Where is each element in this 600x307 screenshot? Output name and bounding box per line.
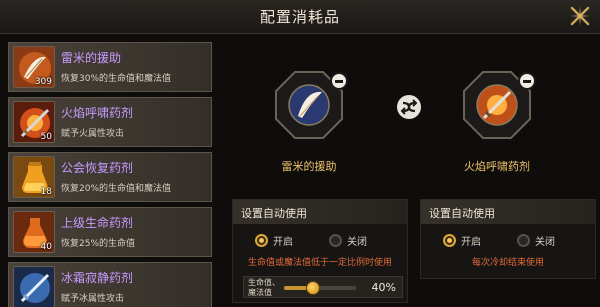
auto-use-note: 生命值或魔法值低于一定比例时使用: [247, 258, 392, 268]
swap-button[interactable]: [397, 95, 421, 119]
list-item-flame-potion[interactable]: 50 火焰呼啸药剂 赋予火属性攻击: [8, 97, 212, 147]
item-desc: 赋予冰属性攻击: [61, 294, 125, 304]
header-bar: 配置消耗品: [0, 0, 600, 34]
auto-on-radio[interactable]: 开启: [443, 233, 481, 248]
slot-1-label: 雷米的援助: [281, 160, 337, 173]
auto-use-toggle: 开启 关闭: [233, 233, 407, 251]
list-item-superior-life-potion[interactable]: 40 上级生命药剂 恢复25%的生命值: [8, 207, 212, 257]
slot-1[interactable]: [274, 70, 348, 140]
slot-2-label: 火焰呼啸药剂: [464, 160, 530, 173]
item-name: 上级生命药剂: [61, 216, 134, 230]
threshold-slider[interactable]: [284, 281, 356, 295]
item-count: 50: [40, 132, 52, 142]
remove-slot-2-button[interactable]: [518, 72, 536, 90]
slider-label: 生命值、 魔法值: [248, 278, 280, 297]
auto-off-radio[interactable]: 关闭: [517, 233, 555, 248]
item-count: 40: [40, 242, 52, 252]
feather-scroll-icon: 309: [13, 46, 55, 88]
auto-on-label: 开启: [273, 237, 293, 248]
page-title: 配置消耗品: [259, 8, 340, 26]
slider-value: 40%: [371, 281, 396, 294]
life-potion-icon: 40: [13, 211, 55, 253]
auto-use-note: 每次冷却结束使用: [471, 258, 544, 268]
close-icon[interactable]: [568, 4, 592, 28]
item-desc: 恢复25%的生命值: [61, 239, 136, 249]
auto-use-title: 设置自动使用: [421, 200, 595, 224]
item-count: 18: [40, 187, 52, 197]
radio-dot-icon: [329, 234, 342, 247]
auto-on-radio[interactable]: 开启: [255, 233, 293, 248]
list-item-guild-potion[interactable]: 18 公会恢复药剂 恢复20%的生命值和魔法值: [8, 152, 212, 202]
auto-use-title: 设置自动使用: [233, 200, 407, 224]
remove-slot-1-button[interactable]: [330, 72, 348, 90]
consumable-list: 309 雷米的援助 恢复30%的生命值和魔法值 50 火焰呼啸药剂 赋予火属性攻…: [8, 42, 212, 307]
auto-use-panel-right: 设置自动使用 开启 关闭 每次冷却结束使用: [420, 199, 596, 279]
auto-use-panel-left: 设置自动使用 开启 关闭 生命值或魔法值低于一定比例时使用 生命值、 魔法值 40…: [232, 199, 408, 303]
item-count: 309: [34, 77, 52, 87]
item-desc: 恢复20%的生命值和魔法值: [61, 184, 172, 194]
item-name: 冰霜寂静药剂: [61, 271, 134, 285]
item-name: 火焰呼啸药剂: [61, 106, 134, 120]
fire-sword-icon: 50: [13, 101, 55, 143]
swap-icon: [400, 99, 418, 115]
ice-sword-icon: [13, 266, 55, 307]
threshold-slider-row: 生命值、 魔法值 40%: [243, 276, 403, 298]
item-desc: 恢复30%的生命值和魔法值: [61, 74, 172, 84]
auto-off-radio[interactable]: 关闭: [329, 233, 367, 248]
guild-potion-icon: 18: [13, 156, 55, 198]
radio-dot-icon: [443, 234, 456, 247]
radio-dot-icon: [517, 234, 530, 247]
item-name: 公会恢复药剂: [61, 161, 134, 175]
auto-off-label: 关闭: [347, 237, 367, 248]
list-item-frost-potion[interactable]: 冰霜寂静药剂 赋予冰属性攻击: [8, 262, 212, 307]
list-item-remy-aid[interactable]: 309 雷米的援助 恢复30%的生命值和魔法值: [8, 42, 212, 92]
auto-use-toggle: 开启 关闭: [421, 233, 595, 251]
slider-knob[interactable]: [305, 281, 320, 295]
item-desc: 赋予火属性攻击: [61, 129, 125, 139]
radio-dot-icon: [255, 234, 268, 247]
auto-on-label: 开启: [461, 237, 481, 248]
slot-2[interactable]: [462, 70, 536, 140]
item-name: 雷米的援助: [61, 51, 122, 65]
equip-panel: 雷米的援助 火焰呼啸药剂 设置自动使用 开启 关闭 生命值或魔法值低于一定比例时…: [222, 42, 600, 307]
auto-off-label: 关闭: [535, 237, 555, 248]
